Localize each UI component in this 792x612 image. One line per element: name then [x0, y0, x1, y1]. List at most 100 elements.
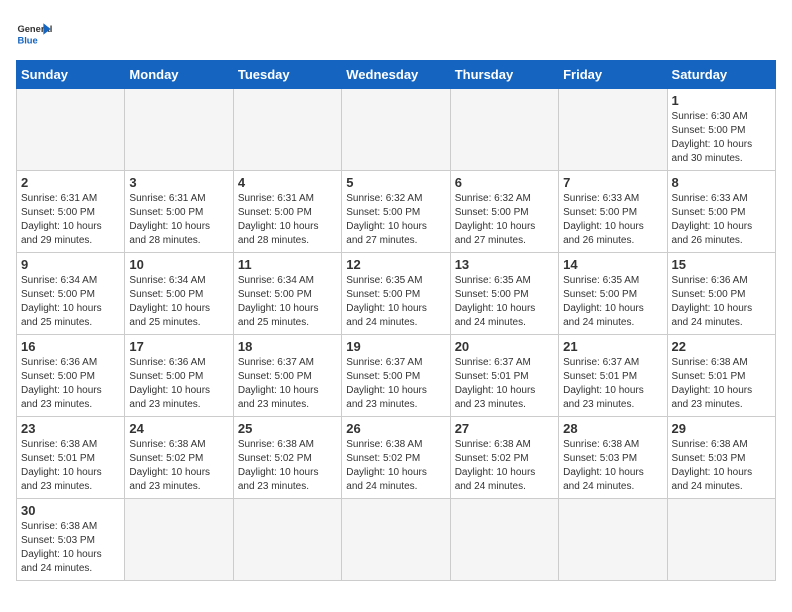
- day-number: 26: [346, 421, 445, 436]
- day-number: 25: [238, 421, 337, 436]
- day-number: 28: [563, 421, 662, 436]
- day-cell: 25Sunrise: 6:38 AM Sunset: 5:02 PM Dayli…: [233, 417, 341, 499]
- day-number: 16: [21, 339, 120, 354]
- day-cell: 18Sunrise: 6:37 AM Sunset: 5:00 PM Dayli…: [233, 335, 341, 417]
- day-number: 29: [672, 421, 771, 436]
- day-info: Sunrise: 6:38 AM Sunset: 5:01 PM Dayligh…: [21, 438, 120, 494]
- week-row-1: 1 Sunrise: 6:30 AM Sunset: 5:00 PM Daylig…: [17, 89, 776, 171]
- day-number: 17: [129, 339, 228, 354]
- day-cell: 26 Sunrise: 6:38 AM Sunset: 5:02 PM Dayli…: [342, 417, 450, 499]
- day-cell: 28 Sunrise: 6:38 AM Sunset: 5:03 PM Dayli…: [559, 417, 667, 499]
- day-cell: 23 Sunrise: 6:38 AM Sunset: 5:01 PM Dayli…: [17, 417, 125, 499]
- day-info: Sunrise: 6:32 AM Sunset: 5:00 PM Dayligh…: [455, 192, 554, 248]
- day-number: 5: [346, 175, 445, 190]
- day-cell: 5 Sunrise: 6:32 AM Sunset: 5:00 PM Daylig…: [342, 171, 450, 253]
- day-info: Sunrise: 6:30 AM Sunset: 5:00 PM Dayligh…: [672, 110, 771, 166]
- day-info: Sunrise: 6:31 AM Sunset: 5:00 PM Dayligh…: [21, 192, 120, 248]
- day-cell: [233, 499, 341, 581]
- week-row-6: 30 Sunrise: 6:38 AM Sunset: 5:03 PM Dayli…: [17, 499, 776, 581]
- day-number: 15: [672, 257, 771, 272]
- day-cell: 9 Sunrise: 6:34 AM Sunset: 5:00 PM Daylig…: [17, 253, 125, 335]
- day-cell: 2 Sunrise: 6:31 AM Sunset: 5:00 PM Daylig…: [17, 171, 125, 253]
- day-info: Sunrise: 6:38 AM Sunset: 5:02 PM Dayligh…: [129, 438, 228, 494]
- day-info: Sunrise: 6:31 AM Sunset: 5:00 PM Dayligh…: [129, 192, 228, 248]
- day-number: 18: [238, 339, 337, 354]
- logo: General Blue: [16, 16, 52, 52]
- day-info: Sunrise: 6:31 AM Sunset: 5:00 PM Dayligh…: [238, 192, 337, 248]
- day-number: 23: [21, 421, 120, 436]
- day-number: 10: [129, 257, 228, 272]
- day-info: Sunrise: 6:34 AM Sunset: 5:00 PM Dayligh…: [21, 274, 120, 330]
- day-cell: 13 Sunrise: 6:35 AM Sunset: 5:00 PM Dayli…: [450, 253, 558, 335]
- weekday-header-saturday: Saturday: [667, 61, 775, 89]
- day-info: Sunrise: 6:36 AM Sunset: 5:00 PM Dayligh…: [672, 274, 771, 330]
- day-info: Sunrise: 6:38 AM Sunset: 5:02 PM Dayligh…: [455, 438, 554, 494]
- day-info: Sunrise: 6:37 AM Sunset: 5:00 PM Dayligh…: [346, 356, 445, 412]
- day-info: Sunrise: 6:38 AM Sunset: 5:02 PM Dayligh…: [346, 438, 445, 494]
- day-cell: [125, 89, 233, 171]
- logo-icon: General Blue: [16, 16, 52, 52]
- day-number: 13: [455, 257, 554, 272]
- weekday-header-row: SundayMondayTuesdayWednesdayThursdayFrid…: [17, 61, 776, 89]
- day-info: Sunrise: 6:32 AM Sunset: 5:00 PM Dayligh…: [346, 192, 445, 248]
- weekday-header-wednesday: Wednesday: [342, 61, 450, 89]
- day-cell: 27 Sunrise: 6:38 AM Sunset: 5:02 PM Dayli…: [450, 417, 558, 499]
- svg-text:Blue: Blue: [17, 35, 37, 45]
- day-number: 22: [672, 339, 771, 354]
- day-cell: 17Sunrise: 6:36 AM Sunset: 5:00 PM Dayli…: [125, 335, 233, 417]
- calendar-header: General Blue: [16, 16, 776, 52]
- day-info: Sunrise: 6:35 AM Sunset: 5:00 PM Dayligh…: [346, 274, 445, 330]
- weekday-header-tuesday: Tuesday: [233, 61, 341, 89]
- day-number: 9: [21, 257, 120, 272]
- day-info: Sunrise: 6:35 AM Sunset: 5:00 PM Dayligh…: [455, 274, 554, 330]
- day-number: 7: [563, 175, 662, 190]
- day-cell: 16 Sunrise: 6:36 AM Sunset: 5:00 PM Dayli…: [17, 335, 125, 417]
- day-cell: [559, 499, 667, 581]
- day-cell: [17, 89, 125, 171]
- day-info: Sunrise: 6:38 AM Sunset: 5:03 PM Dayligh…: [563, 438, 662, 494]
- day-cell: 30 Sunrise: 6:38 AM Sunset: 5:03 PM Dayli…: [17, 499, 125, 581]
- day-cell: 21Sunrise: 6:37 AM Sunset: 5:01 PM Dayli…: [559, 335, 667, 417]
- weekday-header-sunday: Sunday: [17, 61, 125, 89]
- day-number: 11: [238, 257, 337, 272]
- day-cell: 11 Sunrise: 6:34 AM Sunset: 5:00 PM Dayli…: [233, 253, 341, 335]
- day-cell: 14Sunrise: 6:35 AM Sunset: 5:00 PM Dayli…: [559, 253, 667, 335]
- day-number: 6: [455, 175, 554, 190]
- day-cell: 29 Sunrise: 6:38 AM Sunset: 5:03 PM Dayli…: [667, 417, 775, 499]
- week-row-4: 16 Sunrise: 6:36 AM Sunset: 5:00 PM Dayli…: [17, 335, 776, 417]
- day-cell: [450, 499, 558, 581]
- day-info: Sunrise: 6:38 AM Sunset: 5:03 PM Dayligh…: [672, 438, 771, 494]
- day-cell: [233, 89, 341, 171]
- day-cell: 8Sunrise: 6:33 AM Sunset: 5:00 PM Daylig…: [667, 171, 775, 253]
- day-cell: [125, 499, 233, 581]
- day-cell: 10 Sunrise: 6:34 AM Sunset: 5:00 PM Dayli…: [125, 253, 233, 335]
- day-cell: 20Sunrise: 6:37 AM Sunset: 5:01 PM Dayli…: [450, 335, 558, 417]
- weekday-header-thursday: Thursday: [450, 61, 558, 89]
- day-cell: [559, 89, 667, 171]
- day-cell: 4 Sunrise: 6:31 AM Sunset: 5:00 PM Daylig…: [233, 171, 341, 253]
- day-number: 12: [346, 257, 445, 272]
- day-info: Sunrise: 6:35 AM Sunset: 5:00 PM Dayligh…: [563, 274, 662, 330]
- day-info: Sunrise: 6:33 AM Sunset: 5:00 PM Dayligh…: [563, 192, 662, 248]
- day-info: Sunrise: 6:34 AM Sunset: 5:00 PM Dayligh…: [238, 274, 337, 330]
- day-cell: [450, 89, 558, 171]
- day-cell: [667, 499, 775, 581]
- day-number: 3: [129, 175, 228, 190]
- day-number: 27: [455, 421, 554, 436]
- day-info: Sunrise: 6:37 AM Sunset: 5:01 PM Dayligh…: [563, 356, 662, 412]
- day-number: 20: [455, 339, 554, 354]
- day-number: 1: [672, 93, 771, 108]
- week-row-2: 2 Sunrise: 6:31 AM Sunset: 5:00 PM Daylig…: [17, 171, 776, 253]
- day-number: 4: [238, 175, 337, 190]
- week-row-5: 23 Sunrise: 6:38 AM Sunset: 5:01 PM Dayli…: [17, 417, 776, 499]
- day-number: 30: [21, 503, 120, 518]
- day-info: Sunrise: 6:33 AM Sunset: 5:00 PM Dayligh…: [672, 192, 771, 248]
- week-row-3: 9 Sunrise: 6:34 AM Sunset: 5:00 PM Daylig…: [17, 253, 776, 335]
- day-number: 2: [21, 175, 120, 190]
- day-cell: 3 Sunrise: 6:31 AM Sunset: 5:00 PM Daylig…: [125, 171, 233, 253]
- day-info: Sunrise: 6:34 AM Sunset: 5:00 PM Dayligh…: [129, 274, 228, 330]
- day-cell: 1 Sunrise: 6:30 AM Sunset: 5:00 PM Daylig…: [667, 89, 775, 171]
- day-info: Sunrise: 6:38 AM Sunset: 5:03 PM Dayligh…: [21, 520, 120, 576]
- day-info: Sunrise: 6:38 AM Sunset: 5:01 PM Dayligh…: [672, 356, 771, 412]
- day-info: Sunrise: 6:36 AM Sunset: 5:00 PM Dayligh…: [21, 356, 120, 412]
